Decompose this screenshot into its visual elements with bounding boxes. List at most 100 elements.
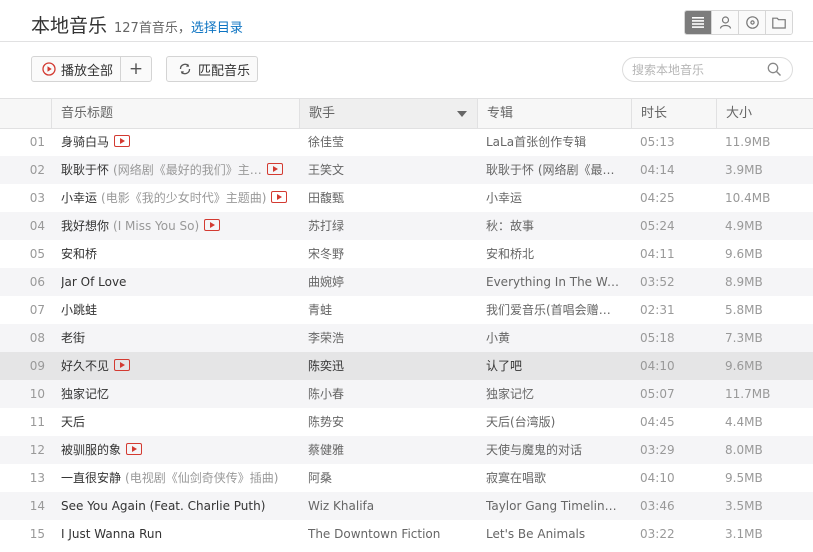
- search-icon[interactable]: [767, 62, 782, 77]
- song-album[interactable]: 认了吧: [486, 352, 622, 380]
- song-album[interactable]: 天后(台湾版): [486, 408, 622, 436]
- song-artist[interactable]: 苏打绿: [308, 212, 468, 240]
- column-header-artist[interactable]: 歌手: [299, 99, 477, 128]
- table-row[interactable]: 10 独家记忆 陈小春 独家记忆 05:07 11.7MB: [0, 380, 813, 408]
- song-artist[interactable]: 田馥甄: [308, 184, 468, 212]
- song-album[interactable]: LaLa首张创作专辑: [486, 128, 622, 156]
- folder-view-button[interactable]: [765, 11, 792, 34]
- song-artist[interactable]: 陈奕迅: [308, 352, 468, 380]
- album-view-button[interactable]: [738, 11, 765, 34]
- column-header-album[interactable]: 专辑: [477, 99, 631, 128]
- song-title: 安和桥: [61, 240, 97, 268]
- table-row[interactable]: 09 好久不见 陈奕迅 认了吧 04:10 9.6MB: [0, 352, 813, 380]
- mv-icon[interactable]: [126, 443, 143, 455]
- song-duration: 05:24: [640, 219, 675, 233]
- song-artist[interactable]: The Downtown Fiction: [308, 520, 468, 548]
- song-list: 01 身骑白马 徐佳莹 LaLa首张创作专辑 05:13 11.9MB 02 耿耿于怀 (网络剧…: [0, 128, 813, 548]
- table-row[interactable]: 13 一直很安静 (电视剧《仙剑奇侠传》插曲) 阿桑 寂寞在唱歌 04:10 9.5MB: [0, 464, 813, 492]
- song-title: 被驯服的象: [61, 436, 121, 464]
- song-album[interactable]: 小幸运: [486, 184, 622, 212]
- song-album[interactable]: 小黄: [486, 324, 622, 352]
- artist-view-button[interactable]: [711, 11, 738, 34]
- song-index: 05: [29, 247, 45, 261]
- song-artist[interactable]: 王笑文: [308, 156, 468, 184]
- song-size: 8.9MB: [725, 275, 763, 289]
- table-row[interactable]: 15 I Just Wanna Run The Downtown Fiction Le…: [0, 520, 813, 548]
- table-row[interactable]: 06 Jar Of Love 曲婉婷 Everything In The Worl… 0…: [0, 268, 813, 296]
- table-row[interactable]: 07 小跳蛙 青蛙 我们爱音乐(首唱会赠送… 02:31 5.8MB: [0, 296, 813, 324]
- song-album[interactable]: 寂寞在唱歌: [486, 464, 622, 492]
- song-artist[interactable]: 阿桑: [308, 464, 468, 492]
- table-row[interactable]: 04 我好想你 (I Miss You So) 苏打绿 秋：故事 05:24 4.9MB: [0, 212, 813, 240]
- column-header-duration[interactable]: 时长: [631, 99, 716, 128]
- table-row[interactable]: 12 被驯服的象 蔡健雅 天使与魔鬼的对话 03:29 8.0MB: [0, 436, 813, 464]
- match-music-label: 匹配音乐: [198, 63, 251, 79]
- song-title-text: 独家记忆: [61, 387, 110, 401]
- song-album[interactable]: 耿耿于怀 (网络剧《最好…: [486, 156, 622, 184]
- song-title-cell: See You Again (Feat. Charlie Puth): [61, 492, 291, 520]
- search-box: [622, 57, 793, 82]
- song-size: 4.4MB: [725, 415, 763, 429]
- song-artist[interactable]: 徐佳莹: [308, 128, 468, 156]
- song-artist[interactable]: 陈小春: [308, 380, 468, 408]
- list-icon: [692, 17, 704, 28]
- song-title-text: 好久不见: [61, 359, 110, 373]
- song-title-cell: 小幸运 (电影《我的少女时代》主题曲): [61, 184, 291, 212]
- song-title-cell: 身骑白马: [61, 128, 291, 156]
- song-artist[interactable]: 曲婉婷: [308, 268, 468, 296]
- table-row[interactable]: 03 小幸运 (电影《我的少女时代》主题曲) 田馥甄 小幸运 04:25 10.4MB: [0, 184, 813, 212]
- play-all-button[interactable]: 播放全部: [32, 57, 121, 81]
- song-album[interactable]: Let's Be Animals: [486, 520, 622, 548]
- mv-icon[interactable]: [114, 359, 131, 371]
- song-album[interactable]: Taylor Gang Timeline (…: [486, 492, 622, 520]
- list-view-button[interactable]: [685, 11, 711, 34]
- song-size: 11.7MB: [725, 387, 771, 401]
- table-row[interactable]: 02 耿耿于怀 (网络剧《最好的我们》主… 王笑文 耿耿于怀 (网络剧《最好… 04:14…: [0, 156, 813, 184]
- song-count: 127首音乐，选择目录: [114, 17, 243, 36]
- song-album[interactable]: Everything In The Worl…: [486, 268, 622, 296]
- add-to-playlist-button[interactable]: +: [121, 59, 151, 79]
- mv-icon[interactable]: [266, 163, 283, 175]
- song-alias: (网络剧《最好的我们》主…: [113, 163, 262, 177]
- song-title: I Just Wanna Run: [61, 520, 162, 548]
- column-header-title[interactable]: 音乐标题: [51, 99, 299, 128]
- table-row[interactable]: 01 身骑白马 徐佳莹 LaLa首张创作专辑 05:13 11.9MB: [0, 128, 813, 156]
- song-album[interactable]: 天使与魔鬼的对话: [486, 436, 622, 464]
- choose-directory-link[interactable]: 选择目录: [191, 21, 243, 36]
- song-title-text: 被驯服的象: [61, 443, 122, 457]
- song-artist[interactable]: 青蛙: [308, 296, 468, 324]
- song-title-cell: I Just Wanna Run: [61, 520, 291, 548]
- song-album[interactable]: 安和桥北: [486, 240, 622, 268]
- song-album[interactable]: 独家记忆: [486, 380, 622, 408]
- song-index: 11: [29, 415, 45, 429]
- song-artist[interactable]: Wiz Khalifa: [308, 492, 468, 520]
- song-title-cell: 老街: [61, 324, 291, 352]
- song-album[interactable]: 秋：故事: [486, 212, 622, 240]
- song-artist[interactable]: 宋冬野: [308, 240, 468, 268]
- song-title: 独家记忆: [61, 380, 109, 408]
- table-row[interactable]: 11 天后 陈势安 天后(台湾版) 04:45 4.4MB: [0, 408, 813, 436]
- table-row[interactable]: 05 安和桥 宋冬野 安和桥北 04:11 9.6MB: [0, 240, 813, 268]
- mv-icon[interactable]: [271, 191, 288, 203]
- table-row[interactable]: 08 老街 李荣浩 小黄 05:18 7.3MB: [0, 324, 813, 352]
- song-index: 04: [29, 219, 45, 233]
- mv-icon[interactable]: [114, 135, 131, 147]
- song-title: Jar Of Love: [61, 268, 126, 296]
- song-album[interactable]: 我们爱音乐(首唱会赠送…: [486, 296, 622, 324]
- song-title: 小幸运 (电影《我的少女时代》主题曲): [61, 184, 266, 212]
- song-artist[interactable]: 蔡健雅: [308, 436, 468, 464]
- song-title-cell: 安和桥: [61, 240, 291, 268]
- column-header-size[interactable]: 大小: [716, 99, 813, 128]
- match-music-button[interactable]: 匹配音乐: [166, 56, 258, 82]
- song-artist[interactable]: 陈势安: [308, 408, 468, 436]
- table-row[interactable]: 14 See You Again (Feat. Charlie Puth) Wiz …: [0, 492, 813, 520]
- song-size: 9.5MB: [725, 471, 763, 485]
- song-title-text: 小幸运: [61, 191, 98, 205]
- page-title: 本地音乐: [31, 15, 108, 37]
- song-alias: (I Miss You So): [113, 219, 200, 233]
- mv-icon[interactable]: [204, 219, 221, 231]
- song-index: 09: [29, 359, 45, 373]
- song-index: 01: [29, 135, 45, 149]
- search-input[interactable]: [632, 61, 767, 78]
- song-artist[interactable]: 李荣浩: [308, 324, 468, 352]
